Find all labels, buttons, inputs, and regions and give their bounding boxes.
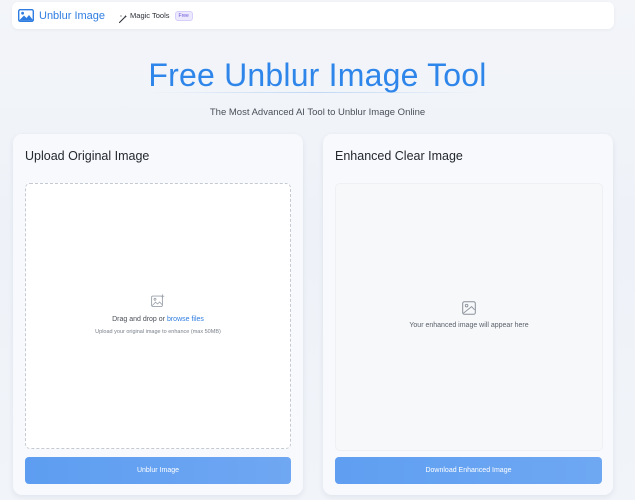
top-nav: Unblur Image Magic Tools Free <box>12 2 614 29</box>
result-preview-area: Your enhanced image will appear here <box>335 183 603 451</box>
free-badge: Free <box>174 10 193 21</box>
magic-tools-label: Magic Tools <box>130 11 170 20</box>
magic-tools-menu[interactable]: Magic Tools Free <box>118 10 193 23</box>
drop-text: Drag and drop or <box>112 316 167 323</box>
landscape-image-icon <box>17 8 35 23</box>
result-placeholder-text: Your enhanced image will appear here <box>409 322 529 329</box>
upload-dropzone[interactable]: Drag and drop or browse files Upload you… <box>25 183 291 449</box>
page-title: Free Unblur Image Tool <box>148 57 487 93</box>
title-divider <box>150 92 480 93</box>
brand-link[interactable]: Unblur Image <box>17 8 106 23</box>
upload-panel-title: Upload Original Image <box>25 149 150 163</box>
page: Unblur Image Magic Tools Free Free Unblu… <box>0 0 635 500</box>
unblur-image-button[interactable]: Unblur Image <box>25 457 291 484</box>
image-plus-icon <box>151 294 165 312</box>
result-panel-title: Enhanced Clear Image <box>335 149 463 163</box>
result-panel: Enhanced Clear Image Your enhanced image… <box>323 134 613 495</box>
browse-files-link[interactable]: browse files <box>167 316 204 323</box>
drop-instructions: Drag and drop or browse files <box>26 316 290 323</box>
brand-name: Unblur Image <box>39 9 106 22</box>
magic-wand-icon <box>118 11 128 23</box>
download-enhanced-image-button[interactable]: Download Enhanced Image <box>335 457 602 484</box>
upload-panel: Upload Original Image Drag and drop or b… <box>13 134 303 495</box>
upload-hint: Upload your original image to enhance (m… <box>95 329 221 335</box>
image-icon <box>462 301 476 320</box>
page-subtitle: The Most Advanced AI Tool to Unblur Imag… <box>209 107 426 118</box>
